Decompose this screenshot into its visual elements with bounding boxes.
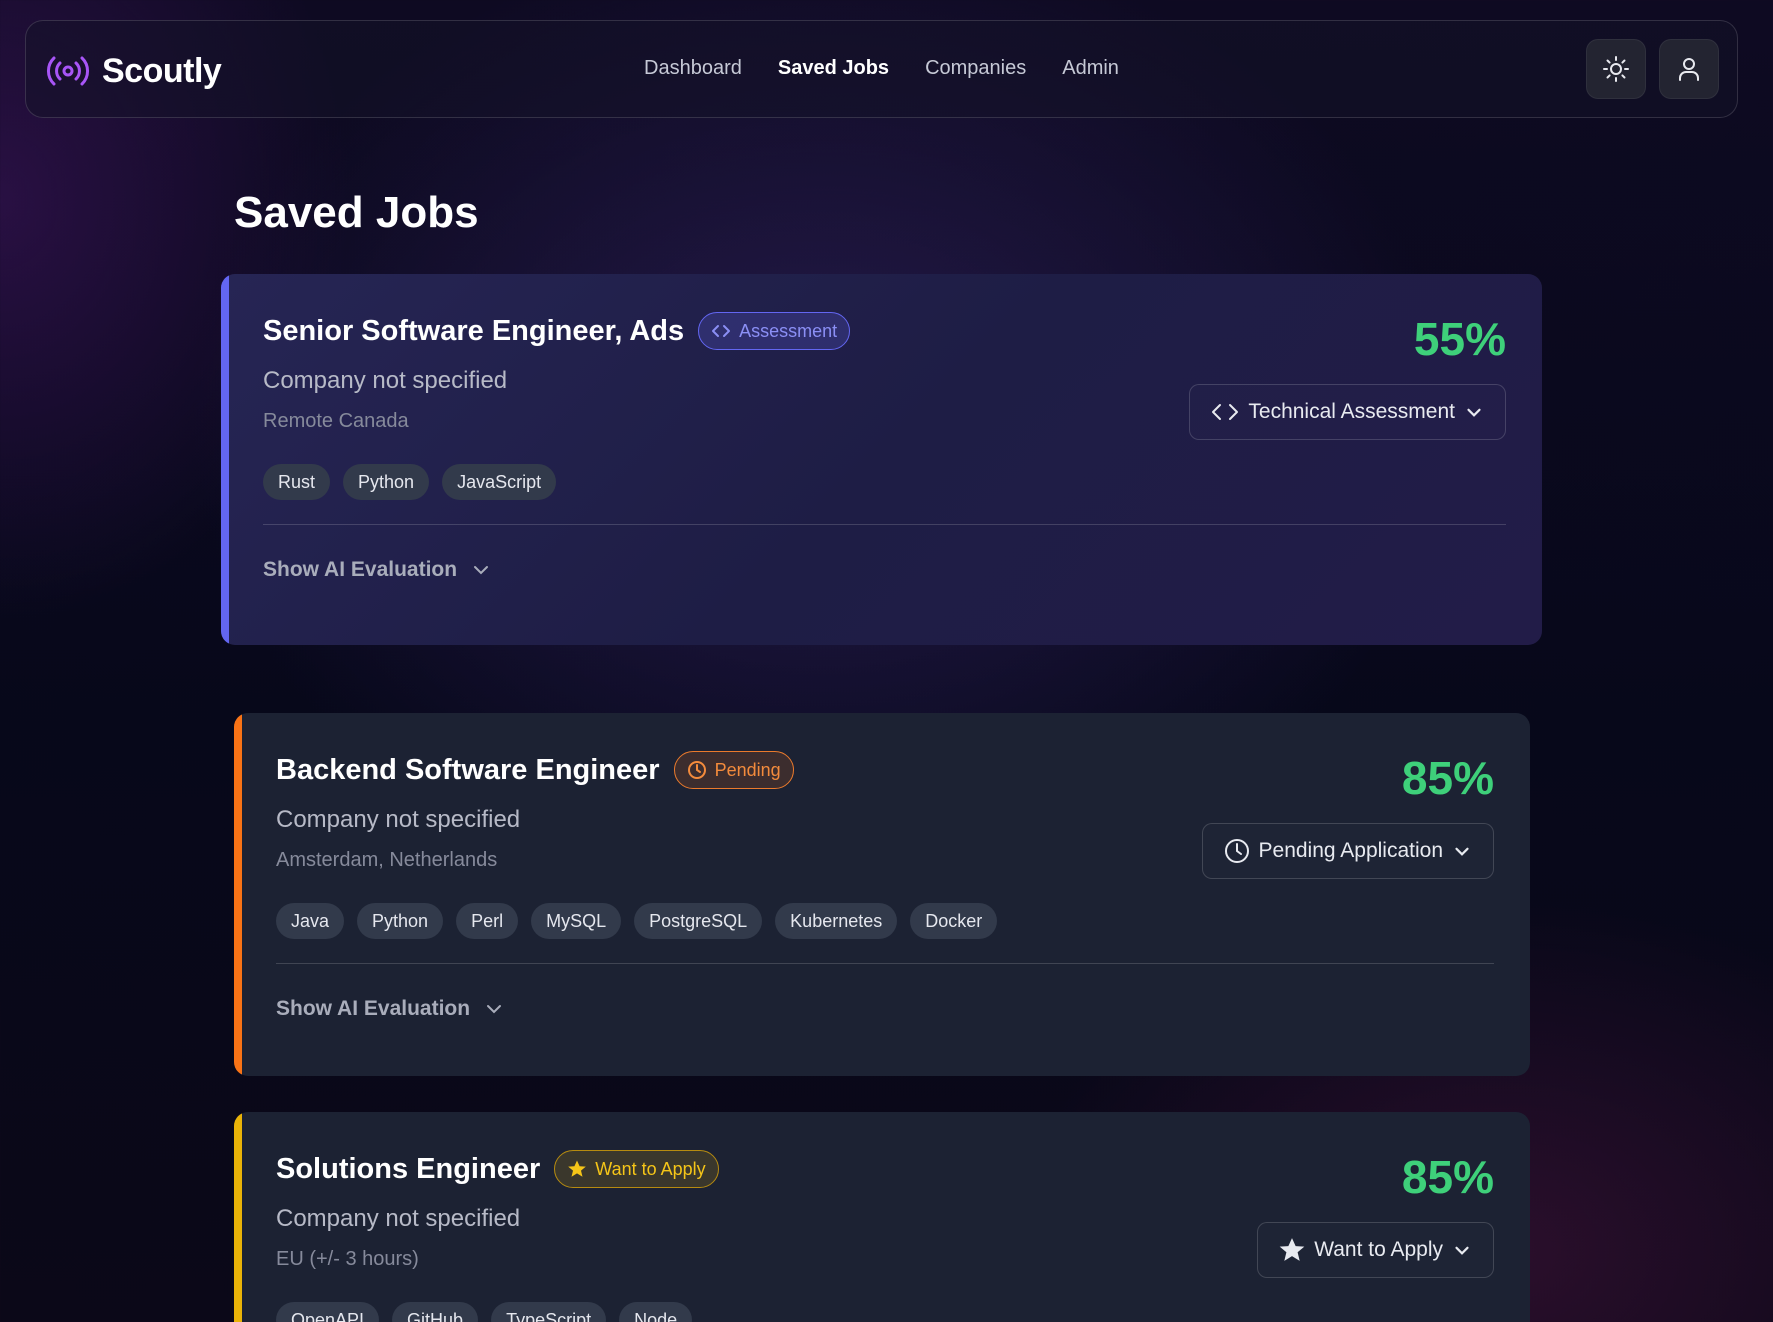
status-dropdown-value: Want to Apply — [1314, 1238, 1443, 1261]
skill-tag: Python — [357, 903, 444, 939]
skill-tag: MySQL — [531, 903, 622, 939]
nav-link-admin[interactable]: Admin — [1062, 57, 1119, 80]
clock-icon — [1224, 839, 1249, 863]
match-score: 85% — [1401, 752, 1494, 804]
theme-toggle-button[interactable] — [1586, 39, 1646, 99]
skill-tag: TypeScript — [491, 1302, 607, 1322]
status-dropdown[interactable]: Technical Assessment — [1189, 384, 1506, 440]
card-accent-bar — [234, 713, 242, 1076]
top-navbar: Scoutly Dashboard Saved Jobs Companies A… — [25, 20, 1738, 118]
status-dropdown-value: Pending Application — [1258, 839, 1443, 862]
chevron-down-icon — [1455, 1246, 1469, 1255]
divider — [276, 963, 1494, 964]
eval-toggle-label: Show AI Evaluation — [263, 558, 458, 581]
skill-tags: OpenAPI GitHub TypeScript Node — [276, 1302, 693, 1322]
nav-link-saved-jobs[interactable]: Saved Jobs — [778, 57, 889, 80]
job-title[interactable]: Solutions Engineer — [276, 1153, 540, 1186]
skill-tag: JavaScript — [442, 464, 557, 500]
code-icon — [1212, 404, 1239, 420]
skill-tag: Java — [276, 903, 345, 939]
nav-actions — [1586, 39, 1719, 99]
job-location: Amsterdam, Netherlands — [276, 849, 498, 871]
chevron-down-icon — [1455, 847, 1469, 856]
job-location: Remote Canada — [263, 410, 409, 432]
skill-tag: Docker — [910, 903, 998, 939]
skill-tags: Java Python Perl MySQL PostgreSQL Kubern… — [276, 903, 998, 939]
match-score: 55% — [1413, 313, 1506, 365]
skill-tag: Python — [343, 464, 430, 500]
skill-tag: Rust — [263, 464, 331, 500]
company-name: Company not specified — [276, 1205, 521, 1232]
code-icon — [712, 325, 731, 337]
status-dropdown-value: Technical Assessment — [1248, 400, 1455, 423]
company-name: Company not specified — [276, 806, 521, 833]
job-title[interactable]: Senior Software Engineer, Ads — [263, 315, 684, 348]
star-icon — [568, 1160, 587, 1177]
status-dropdown[interactable]: Pending Application — [1201, 823, 1494, 879]
match-score: 85% — [1401, 1151, 1494, 1203]
skill-tag: GitHub — [392, 1302, 479, 1322]
user-menu-button[interactable] — [1659, 39, 1719, 99]
divider — [263, 524, 1506, 525]
job-card: Backend Software Engineer Pending Compan… — [234, 713, 1530, 1076]
eval-toggle-label: Show AI Evaluation — [276, 997, 471, 1020]
star-icon — [1279, 1238, 1305, 1261]
skill-tags: Rust Python JavaScript — [263, 464, 557, 500]
main-nav: Dashboard Saved Jobs Companies Admin — [26, 57, 1737, 80]
job-card: Solutions Engineer Want to Apply Company… — [234, 1112, 1530, 1322]
status-badge-label: Assessment — [739, 320, 838, 341]
chevron-down-icon — [474, 566, 489, 575]
job-card: Senior Software Engineer, Ads Assessment… — [221, 274, 1542, 645]
card-accent-bar — [234, 1112, 242, 1322]
clock-icon — [687, 761, 706, 779]
sun-icon — [1603, 56, 1629, 82]
skill-tag: Node — [619, 1302, 693, 1322]
show-ai-evaluation-toggle[interactable]: Show AI Evaluation — [263, 558, 491, 582]
status-dropdown[interactable]: Want to Apply — [1257, 1222, 1494, 1278]
skill-tag: Kubernetes — [775, 903, 898, 939]
status-badge-label: Pending — [714, 759, 781, 780]
page-title: Saved Jobs — [234, 188, 479, 237]
nav-link-companies[interactable]: Companies — [925, 57, 1026, 80]
company-name: Company not specified — [263, 367, 508, 394]
job-location: EU (+/- 3 hours) — [276, 1248, 419, 1270]
nav-link-dashboard[interactable]: Dashboard — [644, 57, 742, 80]
skill-tag: PostgreSQL — [634, 903, 763, 939]
skill-tag: OpenAPI — [276, 1302, 380, 1322]
card-accent-bar — [221, 274, 229, 645]
status-badge-label: Want to Apply — [595, 1158, 706, 1179]
status-badge: Pending — [673, 751, 794, 789]
chevron-down-icon — [1467, 408, 1481, 417]
skill-tag: Perl — [456, 903, 519, 939]
chevron-down-icon — [487, 1005, 502, 1014]
user-icon — [1679, 58, 1699, 81]
status-badge: Want to Apply — [554, 1150, 719, 1188]
job-title[interactable]: Backend Software Engineer — [276, 754, 660, 787]
status-badge: Assessment — [698, 312, 851, 350]
show-ai-evaluation-toggle[interactable]: Show AI Evaluation — [276, 997, 504, 1021]
